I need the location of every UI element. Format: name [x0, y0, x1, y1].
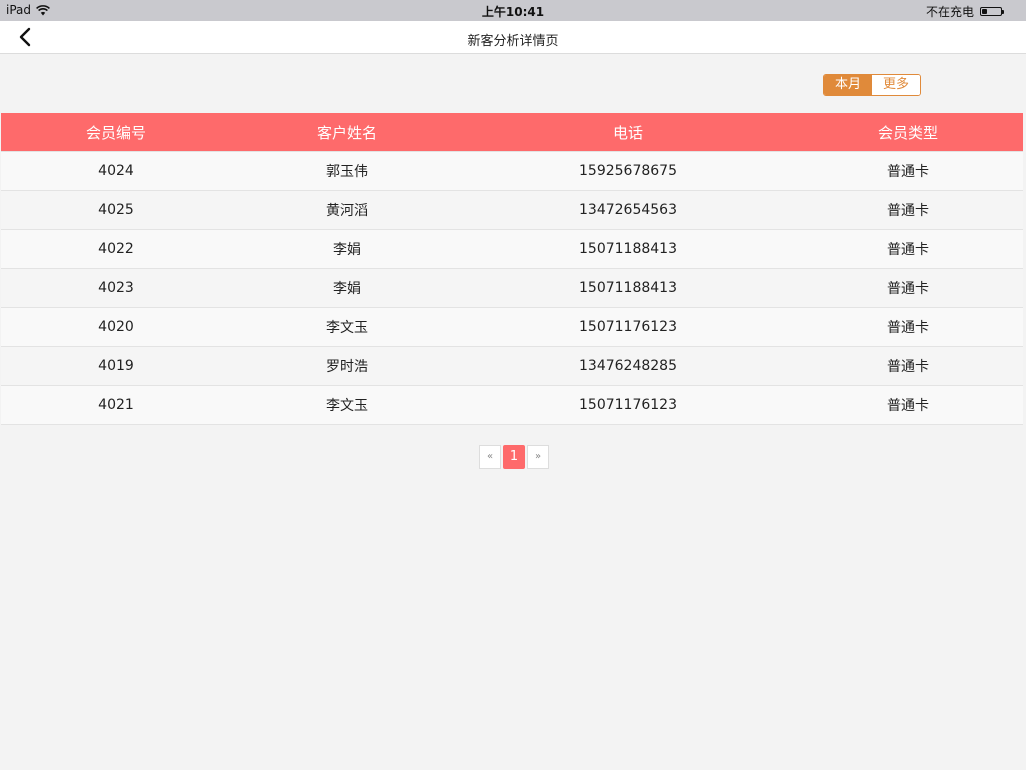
battery-tip [1002, 9, 1004, 14]
cell-phone: 15071176123 [463, 385, 793, 425]
status-time: 上午10:41 [481, 5, 545, 19]
cell-member-id: 4025 [1, 190, 231, 230]
nav-bar: 新客分析详情页 [0, 21, 1026, 54]
cell-member-id: 4020 [1, 307, 231, 347]
segment-this-month[interactable]: 本月 [824, 75, 872, 95]
header-member-id: 会员编号 [85, 123, 146, 142]
cell-customer-name: 罗时浩 [231, 346, 463, 386]
cell-member-id: 4019 [1, 346, 231, 386]
cell-member-type: 普通卡 [793, 307, 1023, 347]
table-row[interactable]: 4019 罗时浩 13476248285 普通卡 [1, 346, 1023, 386]
page-current-button[interactable]: 1 [503, 445, 525, 469]
cell-customer-name: 李娟 [231, 268, 463, 308]
battery-icon [980, 7, 1004, 16]
cell-member-id: 4024 [1, 151, 231, 191]
cell-customer-name: 黄河滔 [231, 190, 463, 230]
cell-phone: 15071188413 [463, 229, 793, 269]
cell-phone: 15071176123 [463, 307, 793, 347]
cell-customer-name: 李文玉 [231, 307, 463, 347]
page-prev-button[interactable]: « [479, 445, 501, 469]
cell-member-type: 普通卡 [793, 151, 1023, 191]
table-row[interactable]: 4025 黄河滔 13472654563 普通卡 [1, 190, 1023, 230]
table-body: 4024 郭玉伟 15925678675 普通卡 4025 黄河滔 134726… [1, 151, 1023, 425]
status-bar: iPad 上午10:41 不在充电 [0, 0, 1026, 21]
cell-member-type: 普通卡 [793, 268, 1023, 308]
header-member-type: 会员类型 [877, 123, 938, 142]
cell-phone: 15071188413 [463, 268, 793, 308]
page-next-button[interactable]: » [527, 445, 549, 469]
table-row[interactable]: 4022 李娟 15071188413 普通卡 [1, 229, 1023, 269]
cell-phone: 13472654563 [463, 190, 793, 230]
table-header: 会员编号 客户姓名 电话 会员类型 [1, 113, 1023, 152]
table-row[interactable]: 4020 李文玉 15071176123 普通卡 [1, 307, 1023, 347]
cell-member-type: 普通卡 [793, 229, 1023, 269]
page-title: 新客分析详情页 [467, 34, 559, 49]
cell-member-type: 普通卡 [793, 346, 1023, 386]
period-segment: 本月 更多 [823, 74, 921, 96]
table-row[interactable]: 4021 李文玉 15071176123 普通卡 [1, 385, 1023, 425]
cell-member-id: 4023 [1, 268, 231, 308]
header-customer-name: 客户姓名 [316, 123, 377, 142]
battery-fill [982, 9, 987, 14]
cell-customer-name: 李娟 [231, 229, 463, 269]
status-right: 不在充电 [926, 3, 1004, 20]
header-row: 会员编号 客户姓名 电话 会员类型 [1, 113, 1023, 152]
cell-customer-name: 李文玉 [231, 385, 463, 425]
table-row[interactable]: 4023 李娟 15071188413 普通卡 [1, 268, 1023, 308]
table-row[interactable]: 4024 郭玉伟 15925678675 普通卡 [1, 151, 1023, 191]
pagination: « 1 » [479, 445, 549, 469]
cell-phone: 15925678675 [463, 151, 793, 191]
cell-customer-name: 郭玉伟 [231, 151, 463, 191]
cell-member-type: 普通卡 [793, 190, 1023, 230]
cell-member-type: 普通卡 [793, 385, 1023, 425]
cell-member-id: 4021 [1, 385, 231, 425]
battery-body [980, 7, 1002, 16]
segment-more[interactable]: 更多 [872, 75, 920, 95]
header-phone: 电话 [612, 123, 643, 142]
cell-member-id: 4022 [1, 229, 231, 269]
cell-phone: 13476248285 [463, 346, 793, 386]
charging-status: 不在充电 [925, 5, 974, 19]
member-table: 会员编号 客户姓名 电话 会员类型 4024 郭玉伟 15925678675 普… [1, 113, 1023, 425]
